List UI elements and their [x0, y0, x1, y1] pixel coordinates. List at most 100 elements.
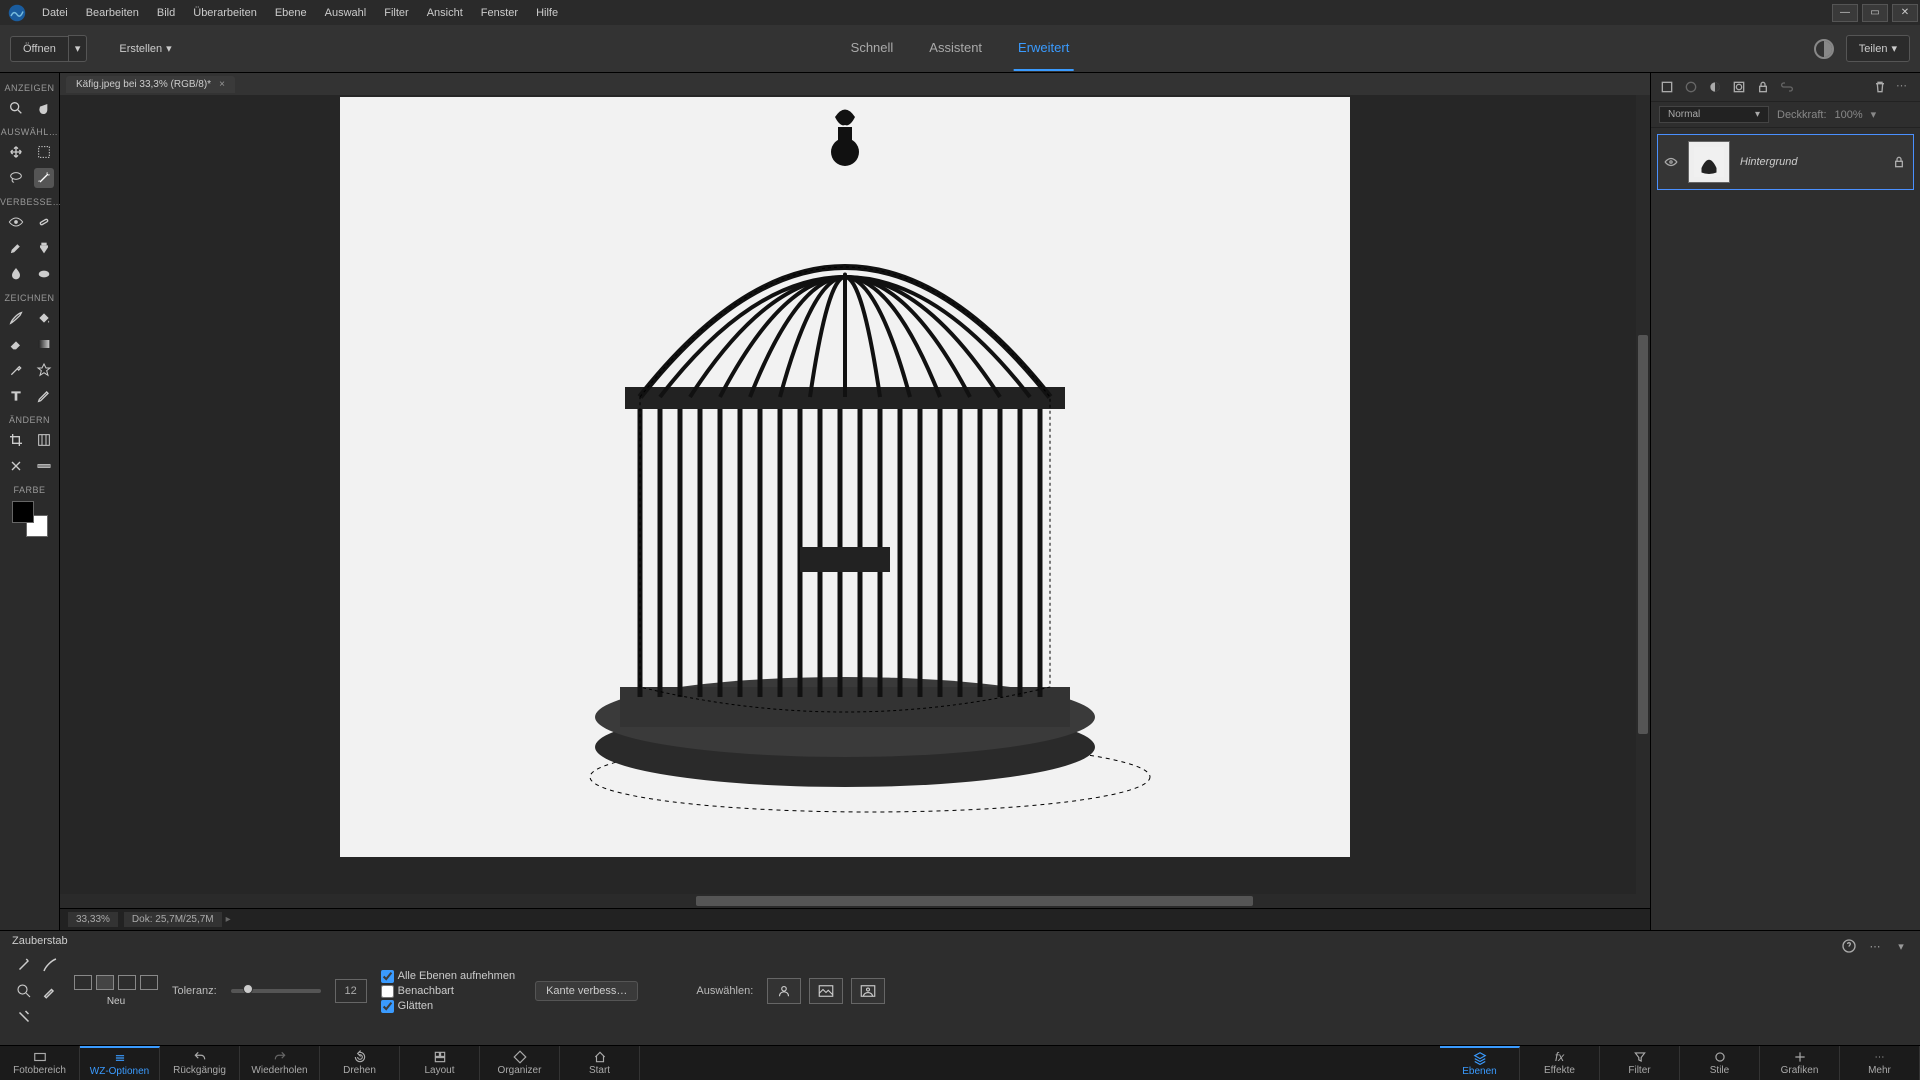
- mask-icon[interactable]: [1731, 79, 1747, 95]
- foreground-color[interactable]: [12, 501, 34, 523]
- help-icon[interactable]: [1840, 937, 1858, 955]
- canvas-area[interactable]: [60, 95, 1650, 908]
- lock-icon[interactable]: [1891, 154, 1907, 170]
- layer-group-icon[interactable]: [1683, 79, 1699, 95]
- eraser-tool-icon[interactable]: [6, 334, 26, 354]
- auto-select-variant-icon[interactable]: [14, 1007, 34, 1027]
- nav-fotobereich[interactable]: Fotobereich: [0, 1046, 80, 1080]
- clone-stamp-tool-icon[interactable]: [34, 238, 54, 258]
- selection-brush-variant-icon[interactable]: [40, 955, 60, 975]
- blend-mode-select[interactable]: Normal ▾: [1659, 106, 1769, 123]
- zoom-tool-icon[interactable]: [6, 98, 26, 118]
- subtract-selection-mode[interactable]: [118, 975, 136, 990]
- maximize-button[interactable]: ▭: [1862, 4, 1888, 22]
- hand-tool-icon[interactable]: [34, 98, 54, 118]
- menu-auswahl[interactable]: Auswahl: [317, 3, 375, 23]
- minimize-button[interactable]: —: [1832, 4, 1858, 22]
- magic-wand-tool-icon[interactable]: [34, 168, 54, 188]
- delete-layer-icon[interactable]: [1872, 79, 1888, 95]
- open-dropdown[interactable]: ▾: [68, 35, 88, 62]
- nav-undo[interactable]: Rückgängig: [160, 1046, 240, 1080]
- spot-heal-tool-icon[interactable]: [34, 212, 54, 232]
- lock-layer-icon[interactable]: [1755, 79, 1771, 95]
- tab-guided[interactable]: Assistent: [925, 26, 986, 71]
- brush-tool-icon[interactable]: [6, 308, 26, 328]
- recompose-tool-icon[interactable]: [34, 430, 54, 450]
- menu-ebene[interactable]: Ebene: [267, 3, 315, 23]
- new-layer-icon[interactable]: [1659, 79, 1675, 95]
- layer-name[interactable]: Hintergrund: [1740, 156, 1797, 168]
- chevron-down-icon[interactable]: ▾: [1871, 108, 1877, 121]
- nav-stile[interactable]: Stile: [1680, 1046, 1760, 1080]
- nav-start[interactable]: Start: [560, 1046, 640, 1080]
- options-menu-icon[interactable]: ⋯: [1866, 937, 1884, 955]
- horizontal-scrollbar[interactable]: [60, 894, 1650, 908]
- contiguous-checkbox[interactable]: Benachbart: [381, 985, 515, 998]
- type-tool-icon[interactable]: [6, 386, 26, 406]
- zoom-level[interactable]: 33,33%: [68, 912, 118, 927]
- menu-ueberarbeiten[interactable]: Überarbeiten: [185, 3, 265, 23]
- open-button[interactable]: Öffnen: [10, 36, 68, 62]
- tolerance-value[interactable]: 12: [335, 979, 367, 1003]
- straighten-tool-icon[interactable]: [34, 456, 54, 476]
- menu-bild[interactable]: Bild: [149, 3, 183, 23]
- menu-fenster[interactable]: Fenster: [473, 3, 526, 23]
- nav-wz-optionen[interactable]: WZ-Optionen: [80, 1046, 160, 1080]
- refine-edge-button[interactable]: Kante verbess…: [535, 981, 638, 1001]
- intersect-selection-mode[interactable]: [140, 975, 158, 990]
- opacity-value[interactable]: 100%: [1835, 109, 1863, 121]
- marquee-tool-icon[interactable]: [34, 142, 54, 162]
- new-selection-mode[interactable]: [74, 975, 92, 990]
- move-tool-icon[interactable]: [6, 142, 26, 162]
- all-layers-checkbox[interactable]: Alle Ebenen aufnehmen: [381, 970, 515, 983]
- layer-row[interactable]: Hintergrund: [1657, 134, 1914, 190]
- color-swatch[interactable]: [12, 501, 48, 537]
- close-tab-icon[interactable]: ×: [219, 79, 225, 90]
- nav-layout[interactable]: Layout: [400, 1046, 480, 1080]
- redeye-tool-icon[interactable]: [6, 212, 26, 232]
- eyedropper-tool-icon[interactable]: [6, 360, 26, 380]
- blur-tool-icon[interactable]: [6, 264, 26, 284]
- menu-datei[interactable]: Datei: [34, 3, 76, 23]
- close-button[interactable]: ✕: [1892, 4, 1918, 22]
- quick-select-variant-icon[interactable]: [14, 981, 34, 1001]
- select-subject-icon[interactable]: [767, 978, 801, 1004]
- link-layer-icon[interactable]: [1779, 79, 1795, 95]
- adjust-layer-icon[interactable]: [1707, 79, 1723, 95]
- nav-ebenen[interactable]: Ebenen: [1440, 1046, 1520, 1080]
- status-caret-icon[interactable]: ▸: [226, 914, 231, 925]
- menu-bearbeiten[interactable]: Bearbeiten: [78, 3, 147, 23]
- tab-quick[interactable]: Schnell: [847, 26, 898, 71]
- layer-thumbnail[interactable]: [1688, 141, 1730, 183]
- tab-expert[interactable]: Erweitert: [1014, 26, 1073, 71]
- menu-filter[interactable]: Filter: [376, 3, 416, 23]
- lasso-tool-icon[interactable]: [6, 168, 26, 188]
- content-aware-move-icon[interactable]: [6, 456, 26, 476]
- document-tab[interactable]: Käfig.jpeg bei 33,3% (RGB/8)* ×: [66, 76, 235, 93]
- tolerance-slider[interactable]: [231, 989, 321, 993]
- shape-tool-icon[interactable]: [34, 360, 54, 380]
- panel-menu-icon[interactable]: ⋯: [1896, 79, 1912, 95]
- nav-mehr[interactable]: ⋯Mehr: [1840, 1046, 1920, 1080]
- smart-brush-tool-icon[interactable]: [6, 238, 26, 258]
- nav-effekte[interactable]: fxEffekte: [1520, 1046, 1600, 1080]
- nav-rotate[interactable]: Drehen: [320, 1046, 400, 1080]
- antialias-checkbox[interactable]: Glätten: [381, 1000, 515, 1013]
- share-button[interactable]: Teilen ▾: [1846, 35, 1910, 62]
- theme-toggle-icon[interactable]: [1814, 39, 1834, 59]
- add-selection-mode[interactable]: [96, 975, 114, 990]
- menu-hilfe[interactable]: Hilfe: [528, 3, 566, 23]
- vertical-scrollbar[interactable]: [1636, 95, 1650, 894]
- refine-select-variant-icon[interactable]: [40, 981, 60, 1001]
- nav-redo[interactable]: Wiederholen: [240, 1046, 320, 1080]
- nav-organizer[interactable]: Organizer: [480, 1046, 560, 1080]
- nav-grafiken[interactable]: Grafiken: [1760, 1046, 1840, 1080]
- paint-bucket-tool-icon[interactable]: [34, 308, 54, 328]
- visibility-toggle-icon[interactable]: [1664, 155, 1678, 169]
- menu-ansicht[interactable]: Ansicht: [419, 3, 471, 23]
- sponge-tool-icon[interactable]: [34, 264, 54, 284]
- select-sky-icon[interactable]: [851, 978, 885, 1004]
- select-background-icon[interactable]: [809, 978, 843, 1004]
- pencil-tool-icon[interactable]: [34, 386, 54, 406]
- magic-wand-variant-icon[interactable]: [14, 955, 34, 975]
